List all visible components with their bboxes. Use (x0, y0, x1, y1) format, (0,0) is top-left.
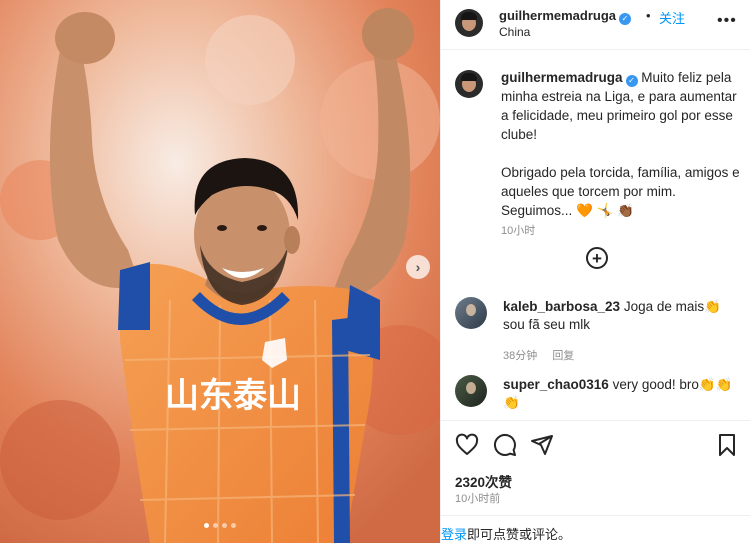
carousel-dot-1 (204, 523, 209, 528)
caption-username[interactable]: guilhermemadruga (501, 70, 623, 85)
header-separator: • (646, 8, 651, 23)
commenter-avatar[interactable] (455, 375, 487, 407)
post-photo[interactable]: 山东泰山 › (0, 0, 440, 543)
reply-button[interactable]: 回复 (552, 350, 574, 362)
comment-item: super_chao0316 very good! bro👏👏👏 (455, 375, 745, 412)
comment-meta: 38分钟 回复 (503, 347, 745, 363)
caption-text-2: Obrigado pela torcida, família, amigos e… (501, 165, 740, 218)
login-prompt-text: 即可点赞或评论。 (467, 527, 572, 542)
author-username[interactable]: guilhermemadruga (499, 8, 616, 23)
comment-item: kaleb_barbosa_23 Joga de mais👏 sou fã se… (455, 297, 745, 363)
share-icon[interactable] (530, 433, 554, 457)
player-celebration-image: 山东泰山 (0, 0, 440, 543)
login-link[interactable]: 登录 (441, 527, 467, 542)
post-header: guilhermemadruga ✓ • 关注 China ••• (441, 0, 750, 50)
comment-icon[interactable] (493, 433, 517, 457)
carousel-dot-4 (231, 523, 236, 528)
commenter-username[interactable]: super_chao0316 (503, 377, 609, 392)
bookmark-icon[interactable] (715, 433, 739, 457)
post-caption: guilhermemadruga ✓ Muito feliz pela minha… (455, 68, 745, 241)
commenter-username[interactable]: kaleb_barbosa_23 (503, 299, 620, 314)
comment-body: super_chao0316 very good! bro👏👏👏 (503, 375, 745, 412)
caption-body: guilhermemadruga ✓ Muito feliz pela minha… (501, 68, 745, 241)
more-options-icon[interactable]: ••• (717, 12, 737, 30)
commenter-avatar[interactable] (455, 297, 487, 329)
carousel-dot-2 (213, 523, 218, 528)
follow-button[interactable]: 关注 (659, 8, 685, 27)
post-side-panel: guilhermemadruga ✓ • 关注 China ••• guilher… (440, 0, 750, 543)
post-time: 10小时前 (455, 493, 501, 505)
author-avatar[interactable] (455, 9, 483, 37)
caption-author-avatar[interactable] (455, 70, 483, 98)
post-actions: 2320次赞 10小时前 登录即可点赞或评论。 (441, 420, 750, 543)
verified-badge-icon: ✓ (619, 13, 632, 25)
author-username-row[interactable]: guilhermemadruga ✓ (499, 8, 632, 25)
comment-time: 38分钟 (503, 350, 538, 362)
likes-count[interactable]: 2320次赞 (455, 471, 512, 491)
carousel-dot-3 (222, 523, 227, 528)
comment-body: kaleb_barbosa_23 Joga de mais👏 sou fã se… (503, 297, 745, 334)
carousel-dots (0, 523, 440, 528)
heart-icon[interactable] (455, 433, 479, 457)
post-location[interactable]: China (499, 25, 530, 39)
jersey-sponsor-text: 山东泰山 (165, 376, 301, 416)
carousel-next-icon[interactable]: › (406, 255, 430, 279)
plus-circle-icon[interactable]: + (586, 247, 608, 269)
verified-badge-icon: ✓ (625, 75, 638, 87)
caption-time: 10小时 (501, 225, 536, 237)
login-prompt: 登录即可点赞或评论。 (441, 515, 750, 543)
